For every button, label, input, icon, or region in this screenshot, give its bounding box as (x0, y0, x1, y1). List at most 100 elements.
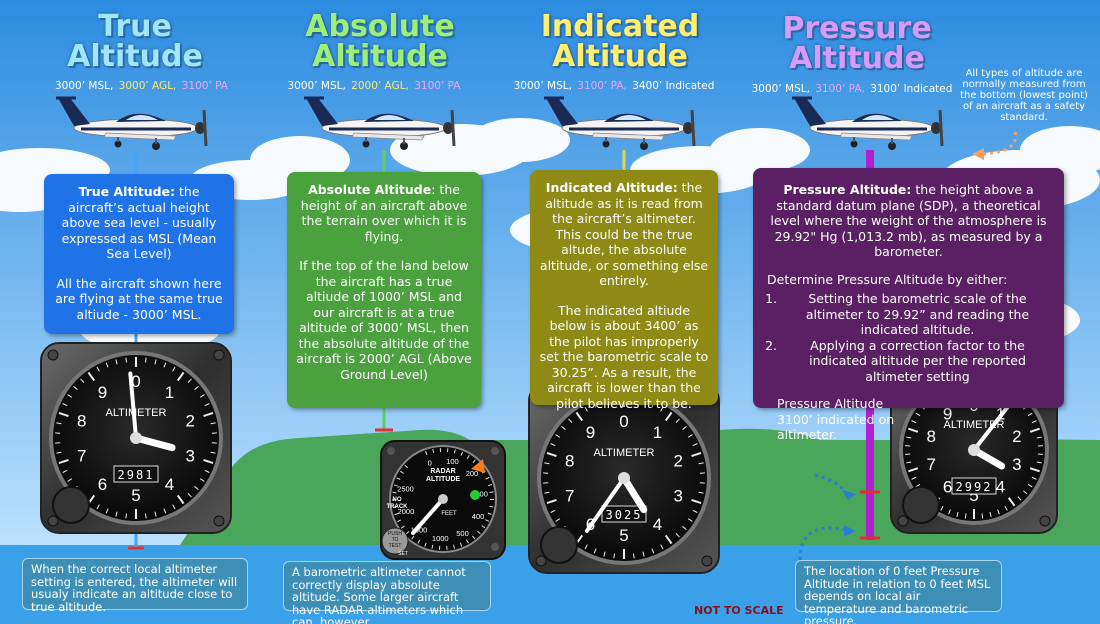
gauge-label: ALTIMETER (594, 447, 655, 459)
info-true-p2: All the aircraft shown here are flying a… (55, 275, 223, 322)
info-indicated-title: Indicated Altitude: (545, 180, 678, 195)
sub-true-2: 3100’ PA (181, 80, 228, 92)
radar-no-track: TRACK (387, 504, 409, 510)
gauge-screw (701, 555, 713, 567)
radar-scale-label: 400 (472, 512, 485, 521)
sub-pressure-0: 3000’ MSL, (751, 83, 810, 95)
altimeter-true: 0123456789ALTIMETER2981 (40, 342, 232, 534)
gauge-number: 1 (165, 383, 174, 402)
gauge-number: 4 (653, 515, 662, 534)
gauge-number: 2 (673, 451, 682, 470)
sub-absolute-1: 2000’ AGL, (351, 80, 409, 92)
sub-absolute-2: 3100’ PA (414, 80, 461, 92)
sub-absolute: 3000’ MSL, 2000’ AGL, 3100’ PA (285, 80, 465, 92)
gauge-number: 1 (653, 423, 662, 442)
gauge-screw (213, 349, 225, 361)
title-absolute: Absolute Altitude (290, 12, 470, 72)
radar-scale-label: 1000 (432, 534, 449, 543)
info-box-true: True Altitude: the aircraft’s actual hei… (44, 174, 234, 334)
radar-no-track: NO (393, 497, 402, 503)
radar-tick (392, 491, 397, 494)
sub-absolute-0: 3000’ MSL, (287, 80, 346, 92)
info-pressure-p2: Determine Pressure Altitude by either: (767, 271, 1008, 287)
radar-hub (438, 494, 448, 504)
gauge-number: 5 (131, 486, 140, 505)
gauge-hub (130, 432, 142, 444)
gauge-number: 0 (619, 412, 628, 431)
radar-screw (491, 543, 499, 551)
info-pressure-title: Pressure Altitude: (783, 182, 912, 197)
title-pressure-line2: Altitude (789, 41, 925, 76)
gauge-number: 9 (586, 423, 595, 442)
gauge-knob (902, 486, 940, 524)
title-indicated-line1: Indicated (540, 9, 700, 44)
gauge-hub (968, 444, 980, 456)
gauge-screw (535, 555, 547, 567)
info-pressure-list-item: Applying a correction factor to the indi… (781, 338, 1054, 385)
radar-label: RADAR (430, 468, 455, 475)
title-pressure-line1: Pressure (782, 11, 932, 46)
title-absolute-line1: Absolute (305, 9, 455, 44)
gauge-screw (897, 515, 909, 527)
radar-set-label: SET (398, 551, 408, 557)
gauge-tick (613, 553, 615, 559)
gauge-number: 3 (185, 447, 194, 466)
radar-tick (489, 505, 494, 508)
sub-indicated-2: 3400’ Indicated (632, 80, 715, 92)
altitude-infographic: 0123456789ALTIMETER2981 0123456789ALTIME… (0, 0, 1100, 624)
not-to-scale-label: NOT TO SCALE (694, 604, 784, 617)
radar-green-light (470, 490, 480, 500)
gauge-screw (213, 515, 225, 527)
radar-screw (491, 447, 499, 455)
info-absolute-p2: If the top of the land below the aircraf… (296, 258, 472, 382)
radar-screw (387, 447, 395, 455)
altimeter-indicated: 0123456789ALTIMETER3025 (528, 382, 720, 574)
caption-absolute: A barometric altimeter cannot correctly … (283, 561, 491, 624)
sub-pressure-2: 3100’ Indicated (870, 83, 953, 95)
gauge-number: 8 (926, 427, 935, 446)
gauge-number: 2 (185, 411, 194, 430)
gauge-readout: 3025 (606, 508, 643, 522)
info-absolute-title: Absolute Altitude (308, 182, 432, 197)
info-indicated-p2: The indicated altiude below is about 340… (539, 302, 709, 411)
info-pressure-list: Setting the barometric scale of the alti… (763, 291, 1054, 384)
gauge-tick (633, 553, 635, 559)
caption-pressure: The location of 0 feet Pressure Altitude… (795, 560, 1002, 624)
gauge-tick (145, 357, 147, 363)
gauge-screw (47, 349, 59, 361)
radar-scale-label: 500 (456, 529, 469, 538)
sub-indicated-1: 3100’ PA, (577, 80, 627, 92)
radar-label: ALTITUDE (426, 476, 460, 483)
gauge-number: 6 (943, 477, 952, 496)
info-pressure-p3: Pressure Altitude 3100’ indicated on alt… (777, 396, 895, 442)
sub-true-1: 3000’ AGL, (118, 80, 177, 92)
sub-pressure: 3000’ MSL, 3100’ PA, 3100’ Indicated (748, 83, 958, 95)
radar-push-label: TEST (389, 543, 402, 549)
title-true-line1: True (98, 9, 172, 44)
caption-true: When the correct local altimeter setting… (22, 558, 248, 613)
gauge-tick (145, 513, 147, 519)
gauge-knob (540, 526, 578, 564)
gauge-readout: 2992 (956, 480, 993, 494)
sub-indicated-0: 3000’ MSL, (513, 80, 572, 92)
gauge-hub (618, 472, 630, 484)
gauge-screw (1039, 515, 1051, 527)
gauge-number: 2 (1012, 427, 1021, 446)
sub-pressure-1: 3100’ PA, (815, 83, 865, 95)
gauge-tick (125, 513, 127, 519)
gauge-number: 6 (98, 475, 107, 494)
gauge-screw (47, 515, 59, 527)
radar-tick (489, 491, 494, 493)
gauge-number: 7 (77, 447, 86, 466)
title-true: True Altitude (60, 12, 210, 72)
radar-altimeter: 0 1002003004005001000150020002500RADARALT… (380, 440, 506, 560)
title-true-line2: Altitude (67, 39, 203, 74)
gauge-tick (981, 513, 984, 519)
gauge-number: 8 (565, 451, 574, 470)
sub-true-0: 3000’ MSL, (55, 80, 114, 92)
info-box-indicated: Indicated Altitude: the altitude as it i… (530, 170, 718, 411)
title-absolute-line2: Altitude (312, 39, 448, 74)
radar-feet-label: FEET (441, 511, 457, 517)
info-indicated-p1: the altitude as it is read from the airc… (539, 180, 709, 288)
info-box-absolute: Absolute Altitude: the height of an airc… (287, 172, 481, 408)
